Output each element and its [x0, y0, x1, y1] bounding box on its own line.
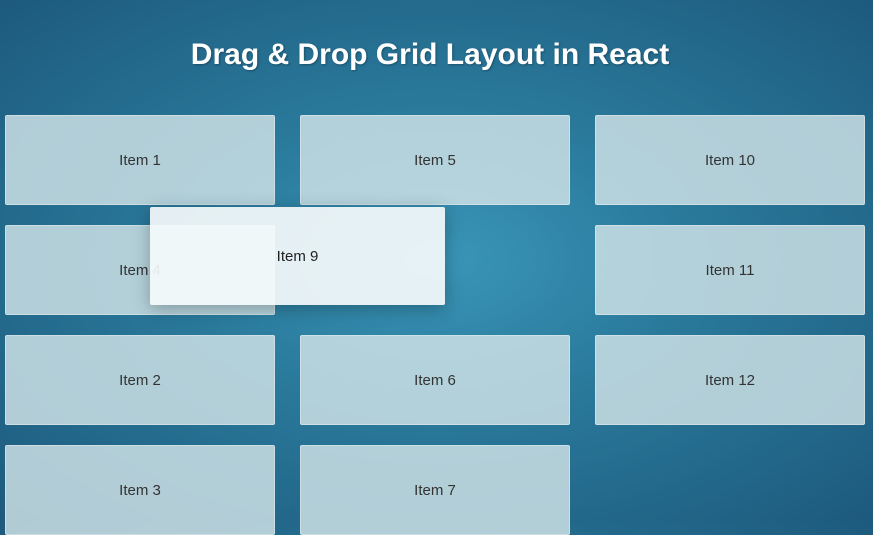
grid-item[interactable]: Item 10: [595, 115, 865, 205]
grid-item[interactable]: Item 1: [5, 115, 275, 205]
grid-item[interactable]: Item 11: [595, 225, 865, 315]
grid-item[interactable]: Item 3: [5, 445, 275, 535]
page-title: Drag & Drop Grid Layout in React: [0, 0, 860, 72]
dragging-item[interactable]: Item 9: [150, 207, 445, 305]
grid-item[interactable]: Item 7: [300, 445, 570, 535]
grid-item[interactable]: Item 2: [5, 335, 275, 425]
grid-item[interactable]: Item 12: [595, 335, 865, 425]
grid-item[interactable]: Item 5: [300, 115, 570, 205]
grid-item[interactable]: Item 6: [300, 335, 570, 425]
